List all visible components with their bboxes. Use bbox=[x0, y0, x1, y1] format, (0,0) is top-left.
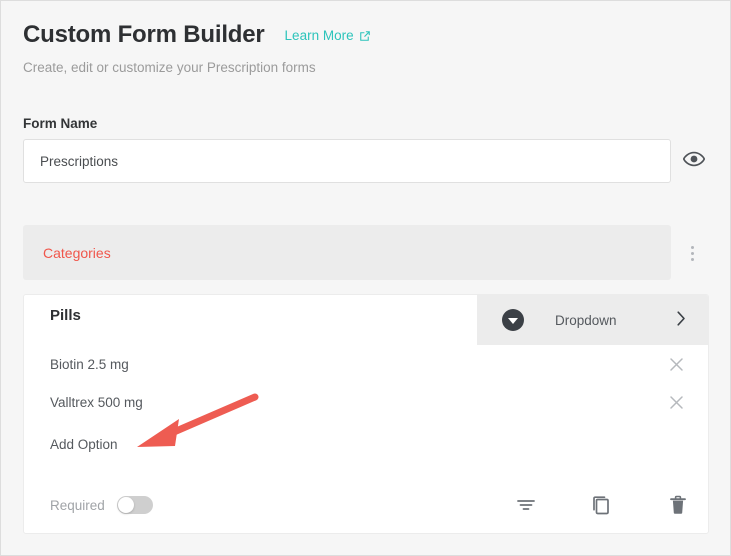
dropdown-circle-icon bbox=[502, 309, 524, 331]
field-type-selector[interactable]: Dropdown bbox=[477, 295, 708, 345]
chevron-right-icon bbox=[677, 310, 686, 330]
field-title: Pills bbox=[50, 307, 81, 324]
filter-icon[interactable] bbox=[514, 493, 538, 517]
external-link-icon bbox=[359, 30, 371, 42]
preview-toggle-button[interactable] bbox=[681, 148, 707, 174]
required-label: Required bbox=[50, 497, 105, 513]
kebab-dot-2 bbox=[690, 251, 694, 255]
required-toggle[interactable] bbox=[116, 496, 153, 514]
trash-icon[interactable] bbox=[666, 493, 690, 517]
categories-section-header[interactable]: Categories bbox=[23, 225, 671, 280]
form-name-row bbox=[23, 139, 707, 183]
field-card-pills: Pills Dropdown Biotin 2.5 mg Valltrex 50… bbox=[23, 294, 709, 534]
form-name-label: Form Name bbox=[23, 116, 98, 131]
field-card-header: Pills Dropdown bbox=[24, 295, 708, 345]
page-title: Custom Form Builder bbox=[23, 21, 265, 48]
field-type-label: Dropdown bbox=[555, 312, 617, 328]
field-card-actions bbox=[514, 493, 690, 517]
form-name-input[interactable] bbox=[23, 139, 671, 183]
add-option-button[interactable]: Add Option bbox=[50, 437, 118, 452]
page-subtitle: Create, edit or customize your Prescript… bbox=[23, 60, 316, 75]
toggle-knob bbox=[117, 497, 134, 513]
close-icon[interactable] bbox=[666, 354, 686, 374]
kebab-menu-icon[interactable] bbox=[681, 239, 703, 267]
eye-icon bbox=[682, 151, 706, 172]
kebab-dot-3 bbox=[690, 257, 694, 261]
learn-more-link[interactable]: Learn More bbox=[285, 28, 371, 43]
option-row[interactable]: Biotin 2.5 mg bbox=[24, 345, 708, 383]
categories-label: Categories bbox=[43, 244, 111, 261]
field-card-footer: Required bbox=[24, 481, 708, 529]
page-header: Custom Form Builder Learn More bbox=[23, 21, 371, 49]
required-toggle-group[interactable]: Required bbox=[50, 496, 153, 514]
learn-more-label: Learn More bbox=[284, 28, 354, 43]
option-label: Valltrex 500 mg bbox=[50, 394, 143, 410]
duplicate-icon[interactable] bbox=[590, 493, 614, 517]
option-row[interactable]: Valltrex 500 mg bbox=[24, 383, 708, 421]
kebab-dot-1 bbox=[690, 245, 694, 249]
option-label: Biotin 2.5 mg bbox=[50, 356, 129, 372]
custom-form-builder-page: Custom Form Builder Learn More Create, e… bbox=[0, 0, 731, 556]
close-icon[interactable] bbox=[666, 392, 686, 412]
